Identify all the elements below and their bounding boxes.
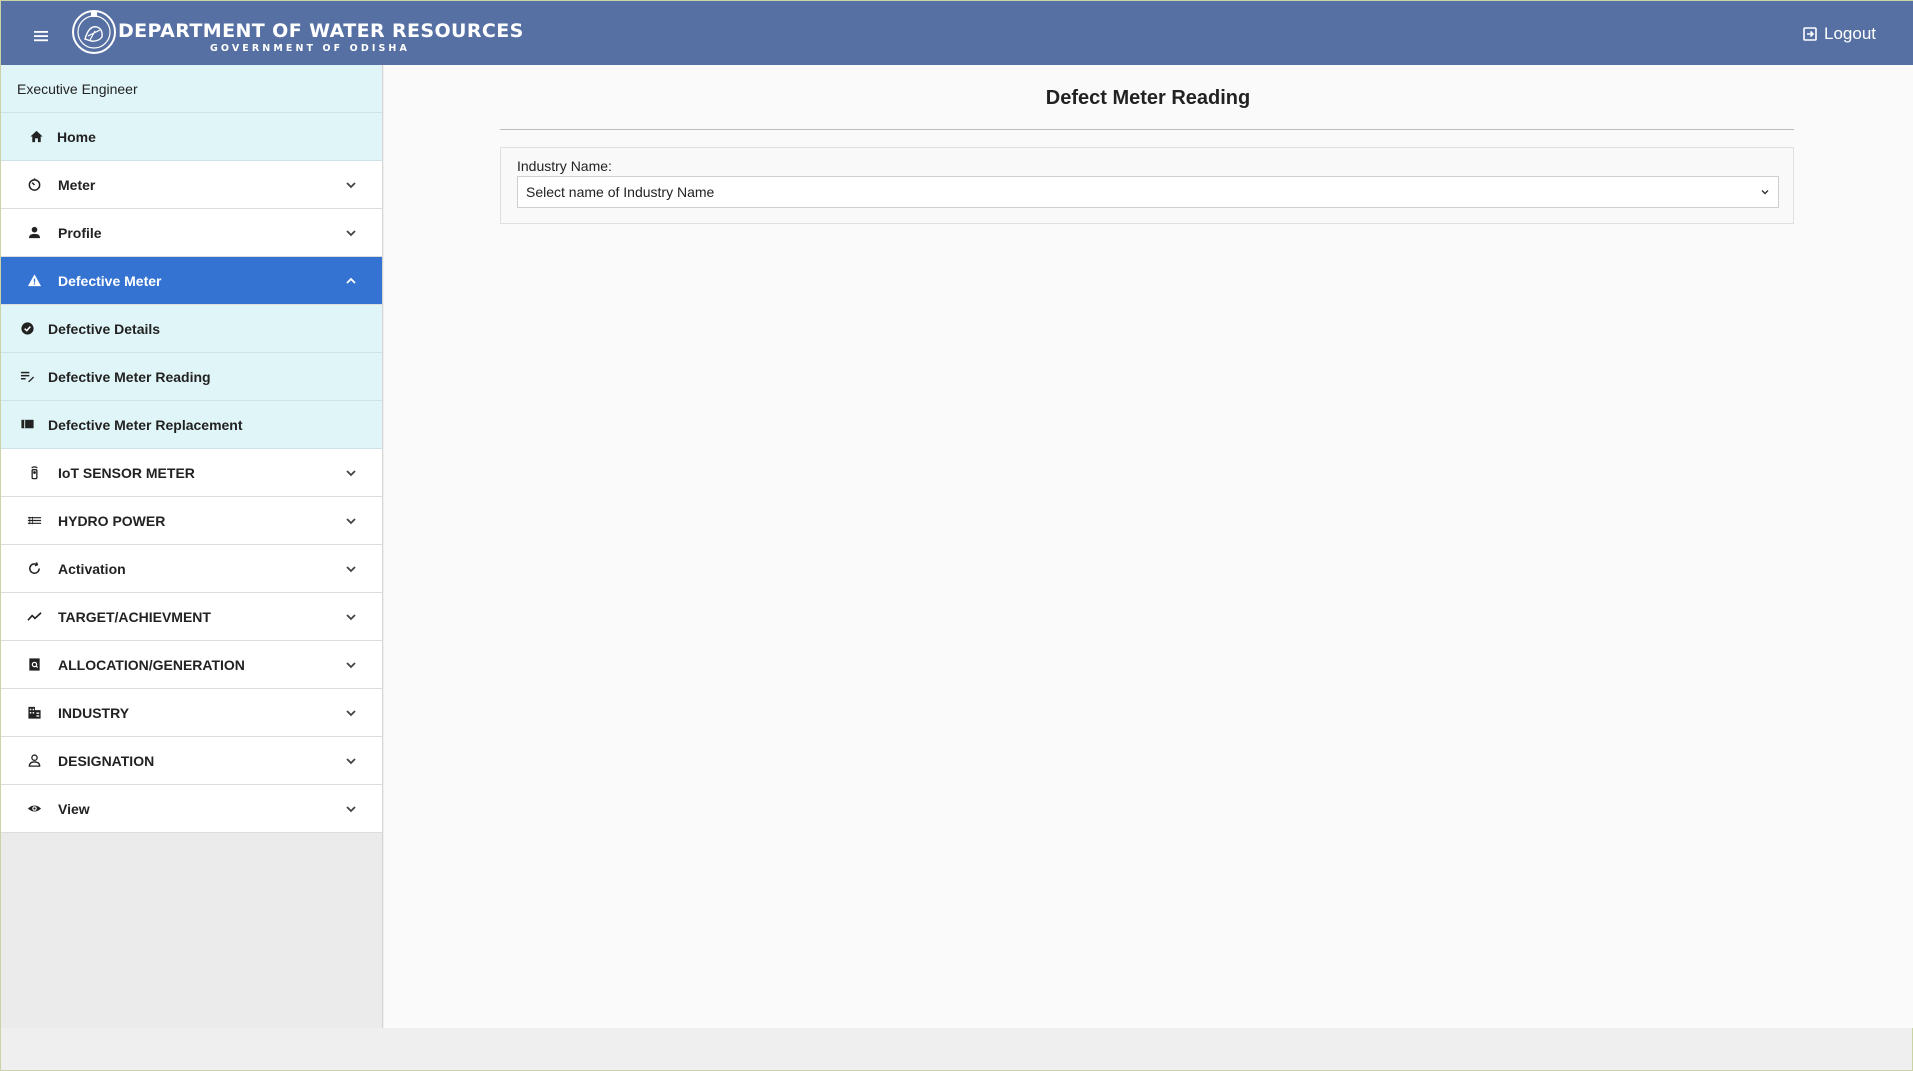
industry-form-card: Industry Name: Select name of Industry N… <box>500 147 1794 224</box>
sidebar-item-target-achievment[interactable]: TARGET/ACHIEVMENT <box>1 593 382 641</box>
person-icon <box>25 224 43 242</box>
chevron-down-icon <box>342 656 360 674</box>
sensor-icon <box>25 464 43 482</box>
sidebar-item-label: Defective Meter Replacement <box>48 416 243 433</box>
chevron-down-icon <box>342 800 360 818</box>
sidebar-item-defective-meter[interactable]: Defective Meter <box>1 257 382 305</box>
sidebar-item-iot-sensor-meter[interactable]: IoT SENSOR METER <box>1 449 382 497</box>
check-circle-icon <box>18 320 36 338</box>
edit-note-icon <box>18 368 36 386</box>
chevron-down-icon <box>342 704 360 722</box>
sidebar-item-view[interactable]: View <box>1 785 382 833</box>
trend-icon <box>25 608 43 626</box>
brand-title: DEPARTMENT OF WATER RESOURCES <box>118 20 524 42</box>
home-icon <box>27 128 45 146</box>
sidebar-item-label: HYDRO POWER <box>58 512 166 529</box>
sidebar-item-label: IoT SENSOR METER <box>58 464 195 481</box>
sidebar: Executive Engineer Home Meter Profile De… <box>1 65 383 1028</box>
sidebar-item-label: Home <box>57 128 96 145</box>
sidebar-item-allocation-generation[interactable]: ALLOCATION/GENERATION <box>1 641 382 689</box>
sidebar-item-label: INDUSTRY <box>58 704 130 721</box>
sidebar-item-label: ALLOCATION/GENERATION <box>58 656 245 673</box>
sidebar-item-label: Profile <box>58 224 102 241</box>
sidebar-item-label: View <box>58 800 90 817</box>
chevron-up-icon <box>342 272 360 290</box>
sidebar-item-label: Defective Meter Reading <box>48 368 211 385</box>
chevron-down-icon <box>342 560 360 578</box>
sidebar-subitem-defective-meter-replacement[interactable]: Defective Meter Replacement <box>1 401 382 449</box>
sidebar-item-activation[interactable]: Activation <box>1 545 382 593</box>
sidebar-item-hydro-power[interactable]: HYDRO POWER <box>1 497 382 545</box>
chevron-down-icon <box>342 608 360 626</box>
industry-select-value: Select name of Industry Name <box>526 184 715 200</box>
building-icon <box>25 704 43 722</box>
sidebar-item-designation[interactable]: DESIGNATION <box>1 737 382 785</box>
sidebar-item-label: DESIGNATION <box>58 752 155 769</box>
chevron-down-icon <box>342 176 360 194</box>
chevron-down-icon <box>342 512 360 530</box>
title-divider <box>500 129 1794 130</box>
search-doc-icon <box>25 656 43 674</box>
chevron-down-icon <box>342 464 360 482</box>
list-alt-icon <box>18 416 36 434</box>
sidebar-item-meter[interactable]: Meter <box>1 161 382 209</box>
industry-name-select[interactable]: Select name of Industry Name <box>517 176 1779 208</box>
logout-icon <box>1803 27 1817 41</box>
logout-button[interactable]: Logout <box>1802 22 1876 46</box>
top-header: DEPARTMENT OF WATER RESOURCES GOVERNMENT… <box>1 1 1913 65</box>
sidebar-item-industry[interactable]: INDUSTRY <box>1 689 382 737</box>
main-content: Defect Meter Reading Industry Name: Sele… <box>384 65 1913 1028</box>
sidebar-user-role: Executive Engineer <box>1 65 382 113</box>
person-outline-icon <box>25 752 43 770</box>
chevron-down-icon <box>342 752 360 770</box>
sidebar-subitem-defective-details[interactable]: Defective Details <box>1 305 382 353</box>
sidebar-item-profile[interactable]: Profile <box>1 209 382 257</box>
refresh-icon <box>25 560 43 578</box>
sidebar-item-label: Activation <box>58 560 126 577</box>
sidebar-item-label: Defective Meter <box>58 272 162 289</box>
gauge-icon <box>25 176 43 194</box>
menu-icon[interactable] <box>23 21 59 51</box>
sidebar-item-label: Meter <box>58 176 96 193</box>
sidebar-item-label: TARGET/ACHIEVMENT <box>58 608 211 625</box>
waves-icon <box>25 512 43 530</box>
app-window: DEPARTMENT OF WATER RESOURCES GOVERNMENT… <box>0 0 1913 1071</box>
chevron-down-icon <box>1761 190 1769 195</box>
industry-name-label: Industry Name: <box>517 158 612 174</box>
sidebar-subitem-defective-meter-reading[interactable]: Defective Meter Reading <box>1 353 382 401</box>
logout-label: Logout <box>1824 24 1876 43</box>
brand-subtitle: GOVERNMENT OF ODISHA <box>210 43 410 54</box>
page-title: Defect Meter Reading <box>1045 87 1251 109</box>
sidebar-item-label: Defective Details <box>48 320 161 337</box>
chevron-down-icon <box>342 224 360 242</box>
warning-icon <box>25 272 43 290</box>
sidebar-item-home[interactable]: Home <box>1 113 382 161</box>
odisha-emblem-logo <box>72 10 116 54</box>
eye-icon <box>25 800 43 818</box>
